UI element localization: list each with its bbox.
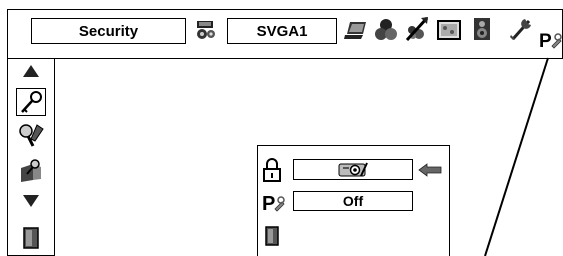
callout-line: [484, 57, 549, 256]
